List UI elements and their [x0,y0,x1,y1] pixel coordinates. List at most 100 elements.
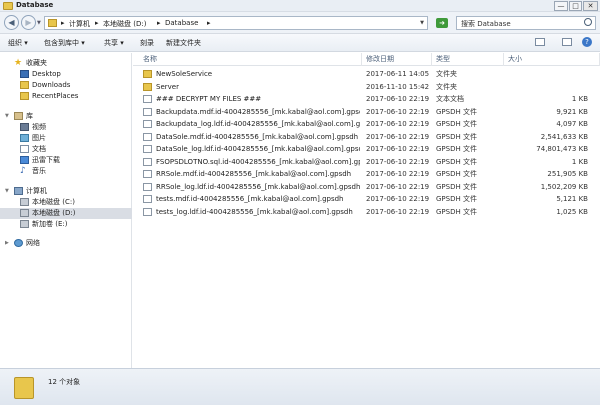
window-title: Database [16,1,54,9]
file-name: Server [156,82,179,91]
expand-chevron-icon[interactable]: ▶ [5,238,9,248]
column-header-name[interactable]: 名称 [133,53,362,66]
folder-icon [143,70,152,78]
nav-label: RecentPlaces [32,92,79,100]
network-icon [14,239,23,247]
file-type: GPSDH 文件 [436,170,477,178]
file-date: 2017-06-11 14:05 [366,70,430,78]
file-icon [143,120,152,128]
file-name: tests.mdf.id-4004285556_[mk.kabal@aol.co… [156,195,344,203]
folder-icon [143,82,152,91]
column-header-date[interactable]: 修改日期 [362,53,432,66]
expand-chevron-icon[interactable]: ▼ [5,186,9,196]
breadcrumb-separator[interactable]: ▸ [61,19,65,27]
nav-libraries[interactable]: ▼ 库 [0,111,132,122]
address-field[interactable]: ▸ 计算机 ▸ 本地磁盘 (D:) ▸ Database ▸ ▼ [44,16,428,30]
share-button[interactable]: 共享 ▾ [104,38,124,48]
file-type: GPSDH 文件 [436,107,477,116]
column-header-size[interactable]: 大小 [504,53,600,66]
nav-computer[interactable]: ▼ 计算机 [0,186,132,197]
table-row[interactable]: FSOPSDLOTNO.sql.id-4004285556_[mk.kabal@… [133,156,600,168]
table-row[interactable]: Backupdata.mdf.id-4004285556_[mk.kabal@a… [133,106,600,118]
thunder-download-icon [20,156,29,164]
table-row[interactable]: Backupdata_log.ldf.id-4004285556_[mk.kab… [133,118,600,130]
help-icon[interactable]: ? [582,37,592,47]
table-row[interactable]: ### DECRYPT MY FILES ### 2017-06-10 22:19… [133,93,600,105]
file-name: tests_log.ldf.id-4004285556_[mk.kabal@ao… [156,207,353,216]
preview-pane-icon[interactable] [562,38,572,46]
nav-item-downloads[interactable]: Downloads [0,80,132,91]
title-bar: Database — □ ✕ [0,0,600,12]
nav-item-music[interactable]: ♪ 音乐 [0,166,132,177]
new-folder-button[interactable]: 新建文件夹 [166,38,201,48]
close-button[interactable]: ✕ [583,1,598,11]
table-row[interactable]: RRSole.mdf.id-4004285556_[mk.kabal@aol.c… [133,168,600,180]
file-name: Backupdata_log.ldf.id-4004285556_[mk.kab… [156,120,360,128]
nav-item-drive-e[interactable]: 新加卷 (E:) [0,219,132,230]
file-size: 5,121 KB [556,195,588,203]
nav-item-thunder-downloads[interactable]: 迅雷下载 [0,155,132,166]
file-date: 2017-06-10 22:19 [366,207,430,216]
breadcrumb-computer[interactable]: 计算机 [69,19,90,29]
nav-item-documents[interactable]: 文档 [0,144,132,155]
nav-item-drive-d[interactable]: 本地磁盘 (D:) [0,208,132,219]
maximize-button[interactable]: □ [569,1,582,11]
nav-item-pictures[interactable]: 图片 [0,133,132,144]
document-icon [20,145,29,153]
nav-item-desktop[interactable]: Desktop [0,69,132,80]
file-date: 2017-06-10 22:19 [366,170,430,178]
file-icon [143,132,152,141]
nav-label: 网络 [26,239,40,247]
details-pane: 12 个对象 [0,368,600,405]
table-row[interactable]: tests_log.ldf.id-4004285556_[mk.kabal@ao… [133,206,600,218]
include-in-library-button[interactable]: 包含到库中 ▾ [44,38,85,48]
downloads-folder-icon [20,81,29,89]
file-type: GPSDH 文件 [436,195,477,203]
breadcrumb-separator[interactable]: ▸ [157,19,161,27]
column-header-type[interactable]: 类型 [432,53,504,66]
file-name: NewSoleService [156,70,213,78]
nav-network[interactable]: ▶ 网络 [0,238,132,249]
address-dropdown-icon[interactable]: ▼ [420,20,424,26]
file-name: Backupdata.mdf.id-4004285556_[mk.kabal@a… [156,107,360,116]
forward-button[interactable]: ▶ [21,15,36,30]
file-name: RRSole_log.ldf.id-4004285556_[mk.kabal@a… [156,182,360,191]
file-icon [143,157,152,166]
table-row[interactable]: DataSole.mdf.id-4004285556_[mk.kabal@aol… [133,131,600,143]
nav-favorites[interactable]: ★ 收藏夹 [0,58,132,69]
video-icon [20,123,29,131]
breadcrumb-database[interactable]: Database [165,19,198,27]
file-date: 2017-06-10 22:19 [366,107,430,116]
nav-item-videos[interactable]: 视频 [0,122,132,133]
breadcrumb-drive-d[interactable]: 本地磁盘 (D:) [103,19,146,29]
nav-item-recentplaces[interactable]: RecentPlaces [0,91,132,102]
refresh-go-icon[interactable]: ➜ [436,18,448,28]
file-size: 9,921 KB [556,107,588,116]
breadcrumb-separator[interactable]: ▸ [207,19,211,27]
search-input[interactable]: 搜索 Database [456,16,596,30]
expand-chevron-icon[interactable]: ▼ [5,111,9,121]
recent-pages-dropdown-icon[interactable]: ▼ [37,20,41,26]
file-name: DataSole_log.ldf.id-4004285556_[mk.kabal… [156,145,360,153]
table-row[interactable]: Server 2016-11-10 15:42 文件夹 [133,81,600,93]
organize-button[interactable]: 组织 ▾ [8,38,28,48]
table-row[interactable]: DataSole_log.ldf.id-4004285556_[mk.kabal… [133,143,600,155]
file-list: 名称 修改日期 类型 大小 NewSoleService 2017-06-11 1… [133,53,600,368]
search-icon[interactable] [584,18,592,26]
nav-label: 图片 [32,134,46,142]
view-options-icon[interactable] [535,38,545,46]
table-row[interactable]: NewSoleService 2017-06-11 14:05 文件夹 [133,68,600,80]
file-icon [143,195,152,203]
file-size: 1 KB [571,95,588,103]
table-row[interactable]: tests.mdf.id-4004285556_[mk.kabal@aol.co… [133,193,600,205]
back-button[interactable]: ◀ [4,15,19,30]
minimize-button[interactable]: — [554,1,568,11]
nav-label: 音乐 [32,167,46,175]
burn-button[interactable]: 刻录 [140,38,154,48]
nav-item-drive-c[interactable]: 本地磁盘 (C:) [0,197,132,208]
breadcrumb-separator[interactable]: ▸ [95,19,99,27]
file-size: 251,905 KB [547,170,588,178]
table-row[interactable]: RRSole_log.ldf.id-4004285556_[mk.kabal@a… [133,181,600,193]
drive-icon [20,220,29,228]
computer-icon [14,187,23,195]
